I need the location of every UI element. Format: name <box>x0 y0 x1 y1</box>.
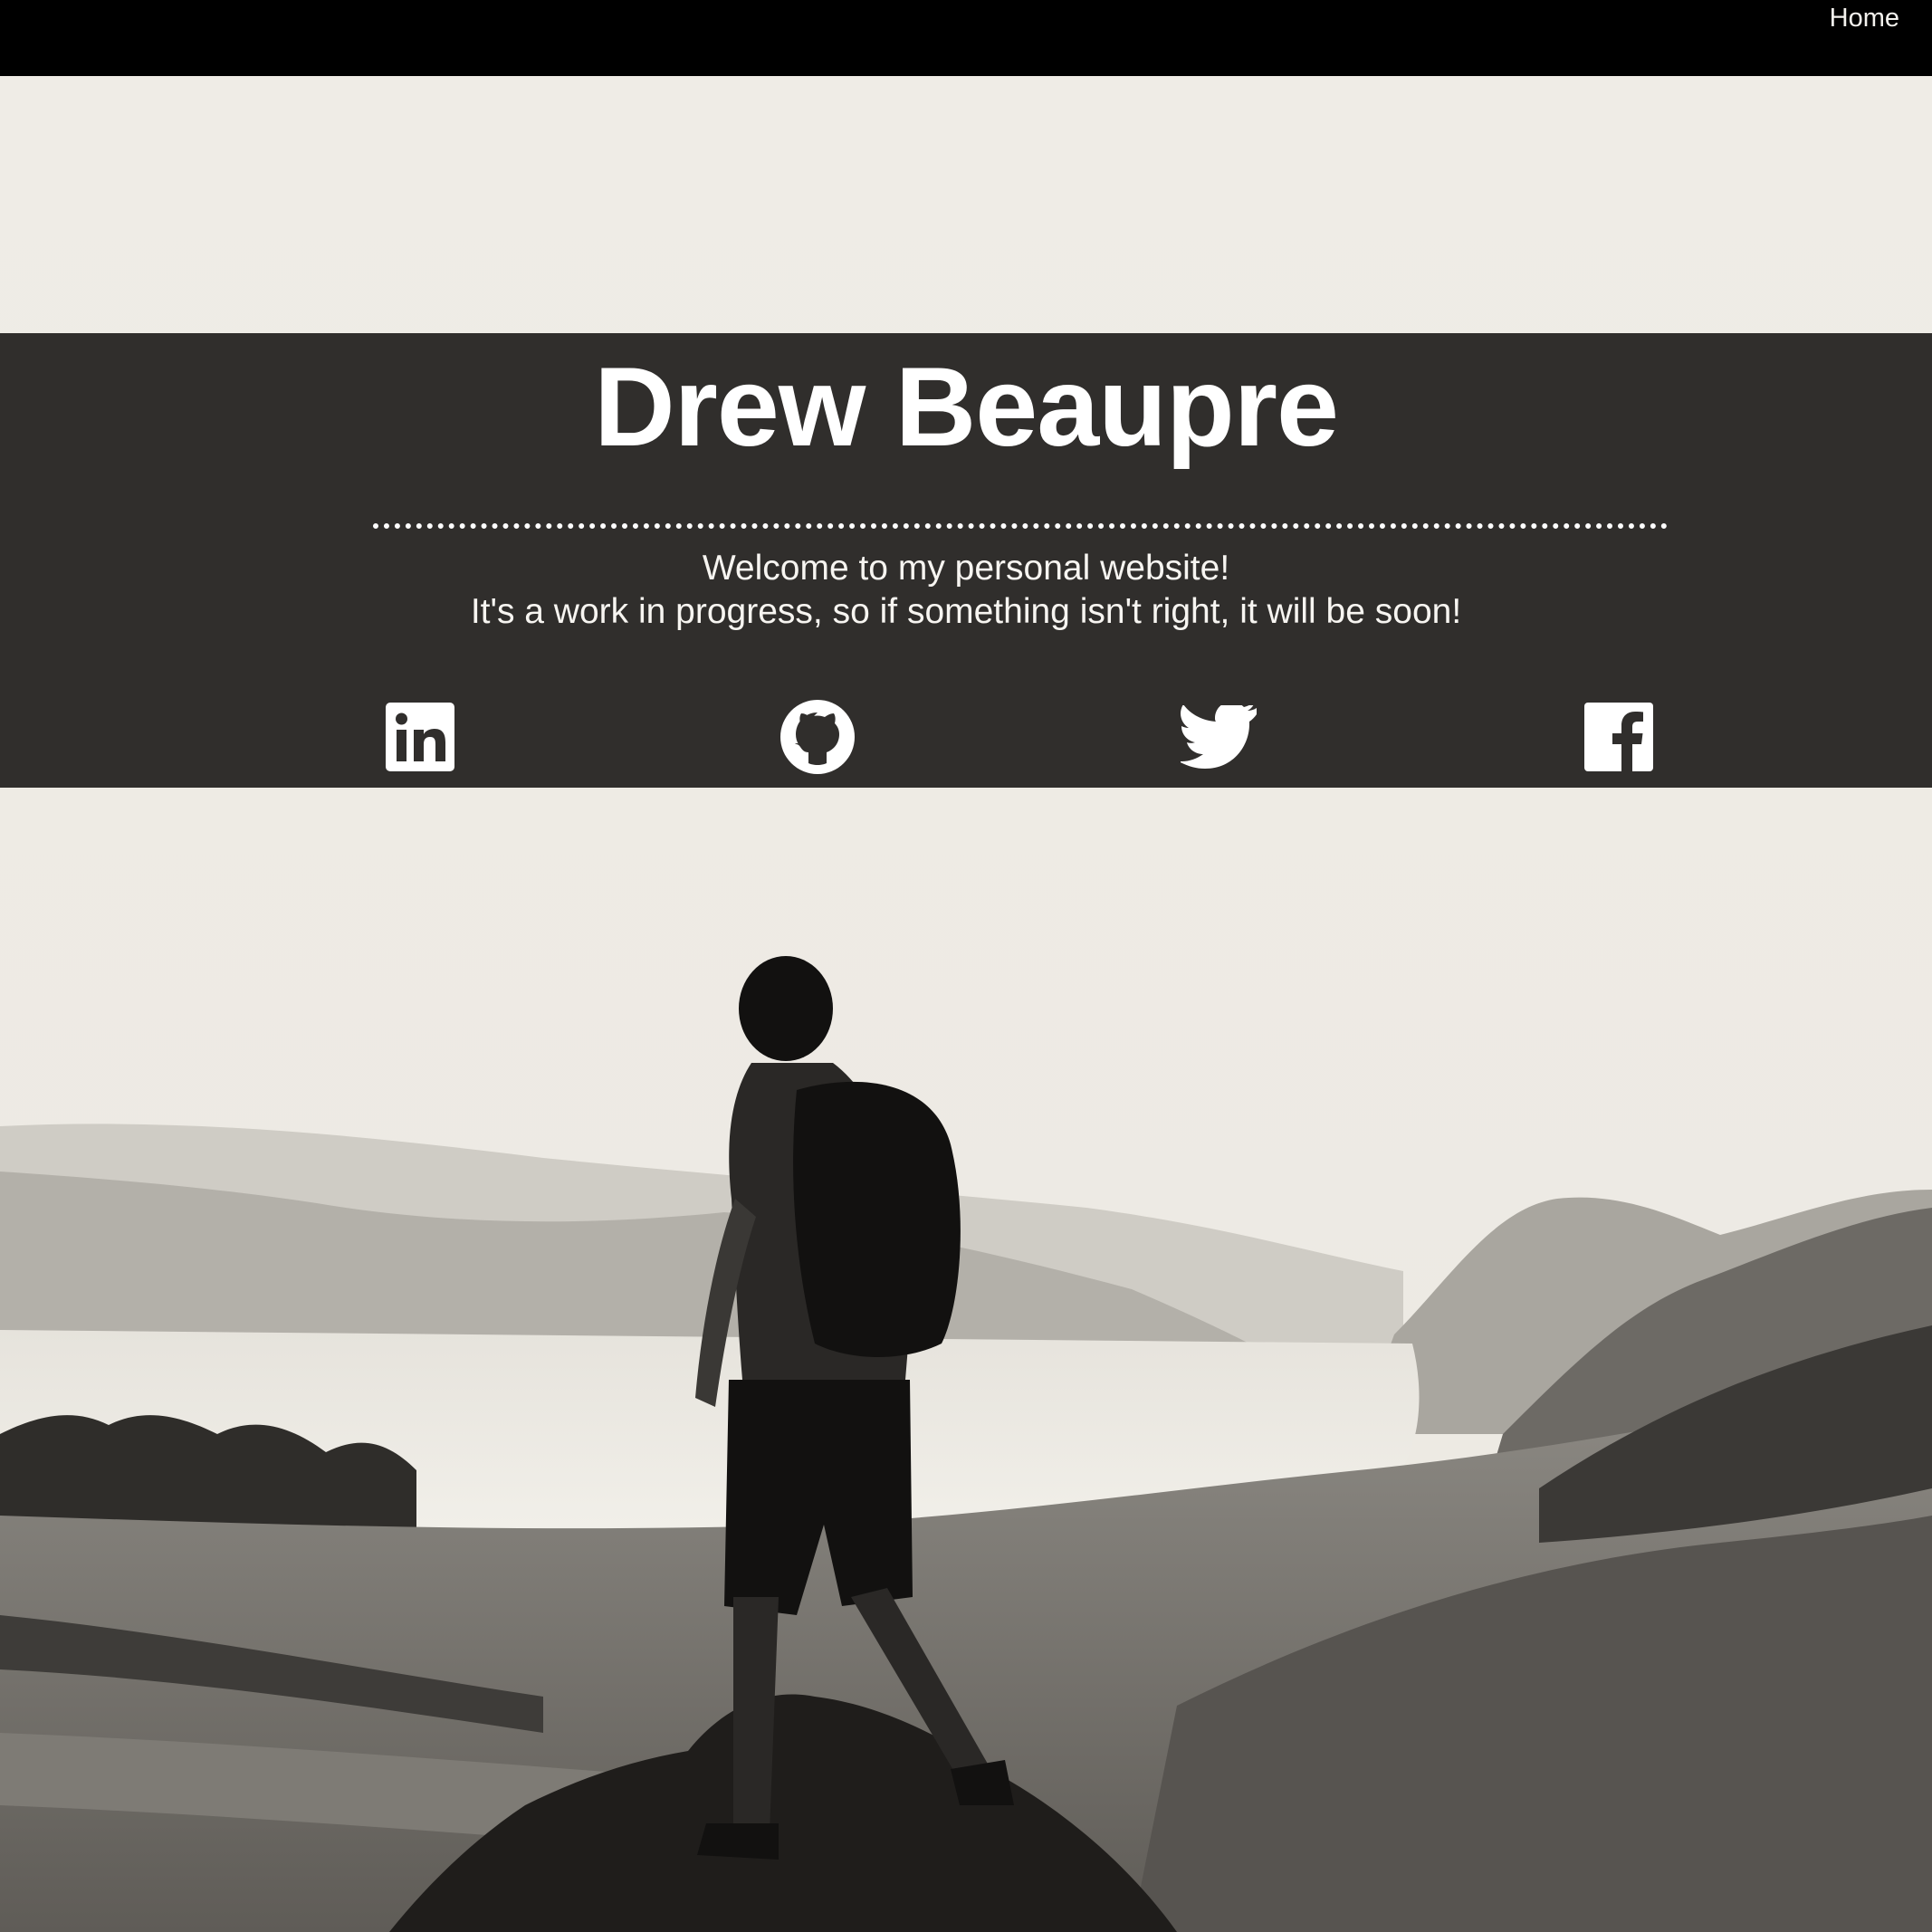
github-icon <box>780 700 855 774</box>
dotted-divider <box>373 523 1668 529</box>
linkedin-link[interactable] <box>382 699 458 775</box>
twitter-icon <box>1181 705 1257 769</box>
welcome-line-2: It's a work in progress, so if something… <box>470 592 1462 631</box>
welcome-line-1: Welcome to my personal website! <box>702 549 1230 588</box>
twitter-link[interactable] <box>1181 699 1257 775</box>
facebook-link[interactable] <box>1581 699 1657 775</box>
welcome-message: Welcome to my personal website! It's a w… <box>0 547 1932 634</box>
top-navigation-bar: Home <box>0 0 1932 76</box>
page-title: Drew Beaupre <box>594 345 1339 470</box>
home-nav-link[interactable]: Home <box>1830 4 1899 33</box>
github-link[interactable] <box>779 699 856 775</box>
linkedin-icon <box>386 703 454 771</box>
facebook-icon <box>1584 703 1653 771</box>
